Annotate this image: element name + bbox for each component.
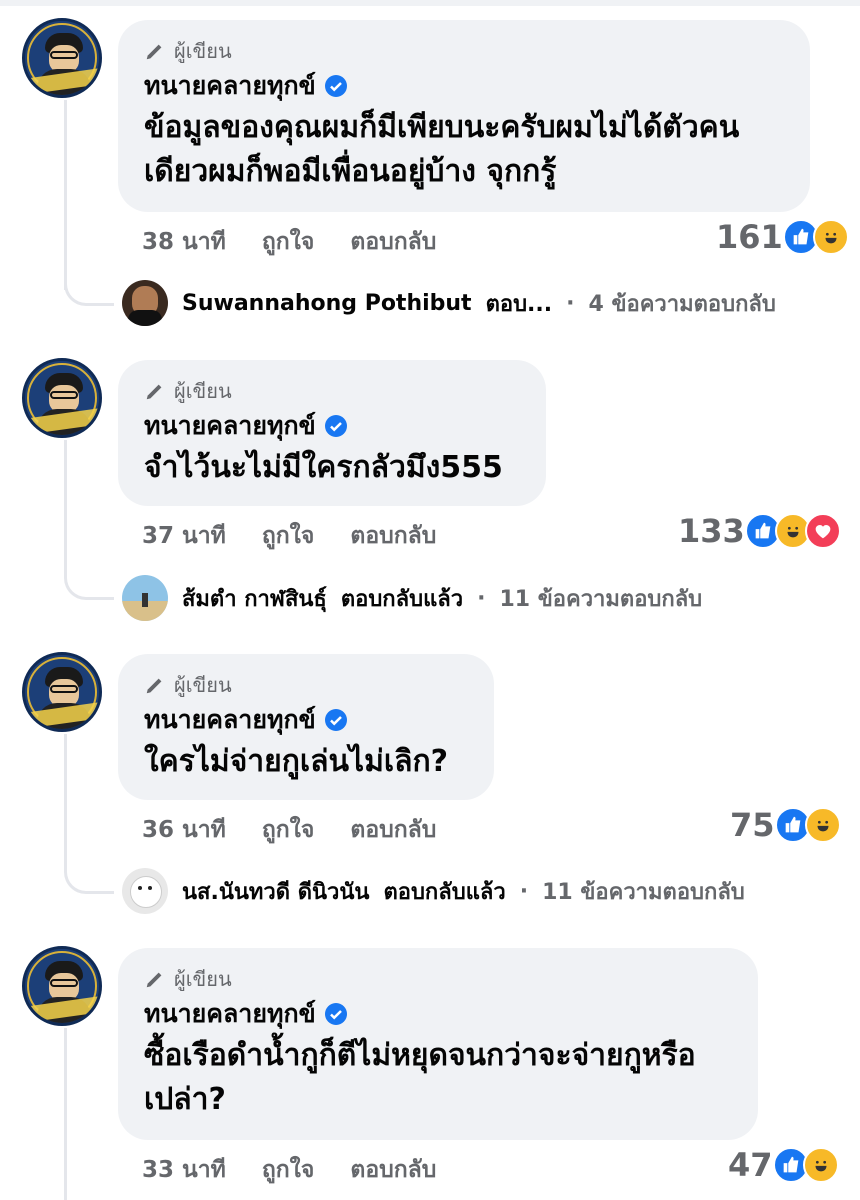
- comment-text: ใครไม่จ่ายกูเล่นไม่เลิก?: [144, 740, 468, 784]
- top-divider: [0, 0, 860, 6]
- author-avatar[interactable]: [22, 652, 102, 732]
- replier-avatar: [122, 868, 168, 914]
- verified-badge-icon: [324, 415, 347, 437]
- replier-avatar: [122, 280, 168, 326]
- reply-button[interactable]: ตอบกลับ: [350, 1152, 436, 1188]
- author-avatar[interactable]: [22, 18, 102, 98]
- commenter-name[interactable]: ทนายคลายทุกข์: [144, 704, 316, 736]
- comment-meta: 37 นาที ถูกใจ ตอบกลับ: [142, 518, 436, 554]
- haha-reaction-icon: [812, 219, 849, 255]
- replier-name[interactable]: ส้มตำ กาฬสินธุ์: [182, 581, 327, 616]
- author-badge-label: ผู้เขียน: [174, 39, 232, 63]
- reply-action: ตอบกลับแล้ว: [383, 879, 506, 905]
- like-button[interactable]: ถูกใจ: [262, 1152, 315, 1188]
- commenter-name[interactable]: ทนายคลายทุกข์: [144, 410, 316, 442]
- comment-meta: 36 นาที ถูกใจ ตอบกลับ: [142, 812, 436, 848]
- comment-line: เดียวผมก็พอมีเพื่อนอยู่บ้าง จุกกรู้: [144, 154, 557, 189]
- author-badge: ผู้เขียน: [144, 966, 732, 992]
- reply-summary[interactable]: นส.นันทวดี ดีนิวนัน ตอบกลับแล้ว · 11 ข้อ…: [122, 868, 745, 914]
- comment-line: ใครไม่จ่ายกูเล่นไม่เลิก?: [144, 744, 449, 779]
- reply-connector: [64, 100, 114, 306]
- love-reaction-icon: [804, 513, 841, 549]
- comment-text: ซื้อเรือดำน้ำกูก็ตีไม่หยุดจนกว่าจะจ่ายกู…: [144, 1034, 732, 1122]
- author-badge: ผู้เขียน: [144, 378, 520, 404]
- comment-bubble[interactable]: ผู้เขียน ทนายคลายทุกข์ จำไว้นะไม่มีใครกล…: [118, 360, 546, 506]
- author-avatar[interactable]: [22, 358, 102, 438]
- timestamp[interactable]: 37 นาที: [142, 518, 226, 554]
- reaction-count: 75: [730, 806, 775, 844]
- comment-text: จำไว้นะไม่มีใครกลัวมึง555: [144, 446, 520, 490]
- author-badge: ผู้เขียน: [144, 38, 784, 64]
- author-badge-label: ผู้เขียน: [174, 673, 232, 697]
- verified-badge-icon: [324, 75, 347, 97]
- commenter-name[interactable]: ทนายคลายทุกข์: [144, 998, 316, 1030]
- comment-line: ข้อมูลของคุณผมก็มีเพียบนะครับผมไม่ได้ตัว…: [144, 110, 740, 145]
- commenter-name[interactable]: ทนายคลายทุกข์: [144, 70, 316, 102]
- comment-bubble[interactable]: ผู้เขียน ทนายคลายทุกข์ ใครไม่จ่ายกูเล่นไ…: [118, 654, 494, 800]
- comment-bubble[interactable]: ผู้เขียน ทนายคลายทุกข์ ข้อมูลของคุณผมก็ม…: [118, 20, 810, 212]
- reply-action: ตอบ...: [485, 291, 553, 317]
- reply-count[interactable]: 11 ข้อความตอบกลับ: [542, 874, 745, 909]
- reply-button[interactable]: ตอบกลับ: [350, 224, 436, 260]
- comment-line: ซื้อเรือดำน้ำกูก็ตีไม่หยุดจนกว่าจะจ่ายกู…: [144, 1038, 696, 1073]
- pencil-icon: [146, 678, 162, 694]
- replier-name[interactable]: Suwannahong Pothibut: [182, 291, 472, 316]
- comment-line: เปล่า?: [144, 1082, 226, 1117]
- comment-line: จำไว้นะไม่มีใครกลัวมึง555: [144, 450, 503, 485]
- author-badge: ผู้เขียน: [144, 672, 468, 698]
- comment-bubble[interactable]: ผู้เขียน ทนายคลายทุกข์ ซื้อเรือดำน้ำกูก็…: [118, 948, 758, 1140]
- author-avatar[interactable]: [22, 946, 102, 1026]
- reply-count[interactable]: 4 ข้อความตอบกลับ: [588, 286, 775, 321]
- reaction-summary[interactable]: 47: [728, 1146, 839, 1184]
- timestamp[interactable]: 33 นาที: [142, 1152, 226, 1188]
- reaction-summary[interactable]: 75: [730, 806, 841, 844]
- verified-badge-icon: [324, 1003, 347, 1025]
- reply-connector: [64, 734, 114, 894]
- like-button[interactable]: ถูกใจ: [262, 812, 315, 848]
- pencil-icon: [146, 384, 162, 400]
- reply-count[interactable]: 11 ข้อความตอบกลับ: [499, 581, 702, 616]
- replier-avatar: [122, 575, 168, 621]
- reply-button[interactable]: ตอบกลับ: [350, 812, 436, 848]
- verified-badge-icon: [324, 709, 347, 731]
- reply-button[interactable]: ตอบกลับ: [350, 518, 436, 554]
- reply-action: ตอบกลับแล้ว: [340, 586, 464, 612]
- author-badge-label: ผู้เขียน: [174, 379, 232, 403]
- replier-name[interactable]: นส.นันทวดี ดีนิวนัน: [182, 874, 369, 909]
- timestamp[interactable]: 38 นาที: [142, 224, 226, 260]
- haha-reaction-icon: [804, 807, 841, 843]
- comment-meta: 33 นาที ถูกใจ ตอบกลับ: [142, 1152, 436, 1188]
- like-button[interactable]: ถูกใจ: [262, 518, 315, 554]
- reaction-summary[interactable]: 133: [678, 512, 841, 550]
- thread-line: [64, 1028, 67, 1200]
- reply-connector: [64, 440, 114, 600]
- timestamp[interactable]: 36 นาที: [142, 812, 226, 848]
- reaction-count: 161: [716, 218, 783, 256]
- reply-summary[interactable]: ส้มตำ กาฬสินธุ์ ตอบกลับแล้ว · 11 ข้อความ…: [122, 575, 702, 621]
- author-badge-label: ผู้เขียน: [174, 967, 232, 991]
- like-button[interactable]: ถูกใจ: [262, 224, 315, 260]
- reaction-summary[interactable]: 161: [716, 218, 849, 256]
- comment-meta: 38 นาที ถูกใจ ตอบกลับ: [142, 224, 436, 260]
- pencil-icon: [146, 44, 162, 60]
- comment-text: ข้อมูลของคุณผมก็มีเพียบนะครับผมไม่ได้ตัว…: [144, 106, 784, 194]
- pencil-icon: [146, 972, 162, 988]
- reply-summary[interactable]: Suwannahong Pothibut ตอบ... · 4 ข้อความต…: [122, 280, 776, 326]
- reaction-count: 133: [678, 512, 745, 550]
- reaction-count: 47: [728, 1146, 773, 1184]
- haha-reaction-icon: [802, 1147, 839, 1183]
